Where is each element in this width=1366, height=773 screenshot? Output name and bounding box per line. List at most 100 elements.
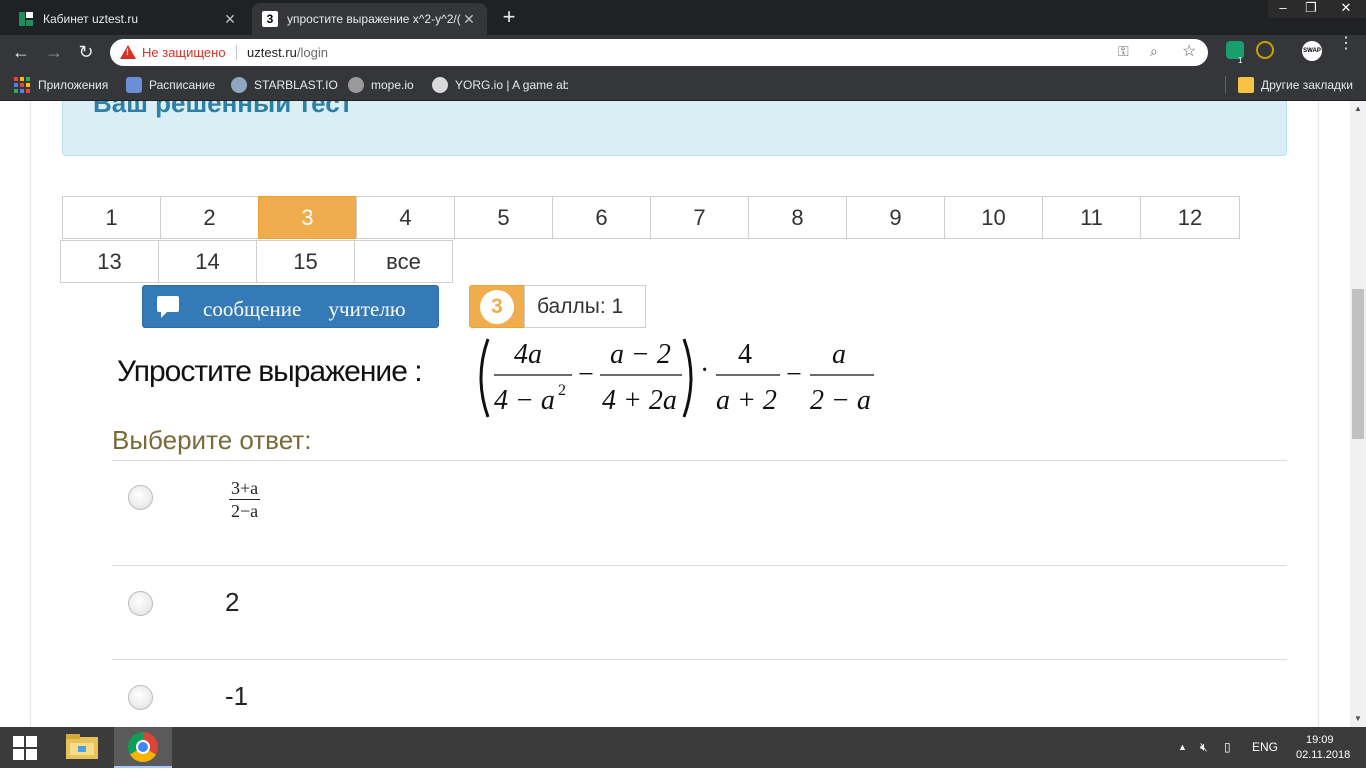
page-scrollbar[interactable]: ▲ ▼	[1350, 101, 1366, 727]
tab-close-icon[interactable]: ✕	[222, 11, 238, 28]
tab-uztest-cabinet[interactable]: Кабинет uztest.ru ✕	[8, 3, 248, 35]
yorg-icon	[432, 77, 448, 93]
bookmark-yorg[interactable]: YORG.io | A game ab	[432, 77, 568, 93]
language-indicator[interactable]: ENG	[1252, 740, 1278, 754]
close-window-button[interactable]: ✕	[1326, 0, 1366, 18]
answer-radio-2[interactable]	[128, 591, 153, 616]
warning-triangle-icon	[120, 45, 136, 59]
extension-badge: 1	[1238, 56, 1243, 65]
question-link-2[interactable]: 2	[160, 196, 259, 239]
address-bar[interactable]: Не защищено uztest.ru/login ⚿ ⌕ ☆	[110, 39, 1208, 66]
info-title: Ваш решенный тест	[93, 101, 353, 118]
question-link-10[interactable]: 10	[944, 196, 1043, 239]
bookmark-starblast[interactable]: STARBLAST.IO	[231, 77, 338, 93]
fraction-2-numerator: a − 2	[610, 339, 671, 370]
bookmark-other[interactable]: Другие закладки	[1238, 77, 1353, 93]
bookmark-mope[interactable]: mope.io	[348, 77, 414, 93]
answer-radio-1[interactable]	[128, 485, 153, 510]
multiply-dot: ·	[700, 355, 709, 386]
message-teacher-button[interactable]: сообщение учителю	[142, 285, 439, 328]
question-link-15[interactable]: 15	[256, 240, 355, 283]
question-link-11[interactable]: 11	[1042, 196, 1141, 239]
fraction-1-numerator: 4a	[514, 339, 542, 370]
question-link-4[interactable]: 4	[356, 196, 455, 239]
forward-arrow-icon[interactable]: →	[42, 41, 66, 65]
info-panel: Ваш решенный тест	[62, 101, 1287, 156]
tab-strip: Кабинет uztest.ru ✕ 3 упростите выражени…	[0, 0, 1366, 35]
url-text[interactable]: uztest.ru/login	[247, 45, 328, 60]
tab-close-icon[interactable]: ✕	[461, 11, 477, 28]
answer-2-text: 2	[225, 587, 240, 617]
page-frame	[30, 101, 31, 727]
bookmark-star-icon[interactable]: ☆	[1182, 41, 1196, 61]
question-link-13[interactable]: 13	[60, 240, 159, 283]
volume-muted-icon[interactable]: 🔇︎	[1200, 740, 1208, 755]
windows-taskbar: ▲ 🔇︎ ▯ ENG 19:09 02.11.2018	[0, 727, 1366, 768]
znanija-favicon-icon: 3	[262, 11, 278, 27]
question-link-12[interactable]: 12	[1140, 196, 1240, 239]
answer-fraction-1: 3+a 2−a	[229, 477, 261, 522]
minus-sign: −	[578, 359, 594, 390]
omnibox-divider	[236, 45, 237, 60]
zoom-icon[interactable]: ⌕	[1150, 43, 1158, 60]
choose-answer-label: Выберите ответ:	[112, 425, 312, 455]
page-frame	[1318, 101, 1319, 727]
tab-title: упростите выражение x^2-y^2/(	[287, 12, 461, 26]
score-badge: 3	[480, 290, 514, 324]
right-paren	[682, 338, 693, 418]
fraction-2-denominator: 4 + 2a	[602, 385, 677, 416]
menu-kebab-icon[interactable]: ⋮	[1338, 36, 1354, 52]
minus-sign: −	[786, 359, 802, 390]
fraction-4-denominator: 2 − a	[810, 385, 871, 416]
restore-button[interactable]: ❐	[1296, 0, 1326, 18]
answer-3-text: -1	[225, 681, 249, 711]
question-link-14[interactable]: 14	[158, 240, 257, 283]
security-status[interactable]: Не защищено	[142, 45, 226, 60]
left-paren	[479, 338, 490, 418]
page-content: Ваш решенный тест 1 2 3 4 5 6 7 8 9 10 1…	[0, 101, 1350, 727]
swap-extension-icon[interactable]: SWAP	[1302, 41, 1322, 61]
minimize-button[interactable]: –	[1268, 0, 1298, 18]
answer-radio-3[interactable]	[128, 685, 153, 710]
apps-grid-icon	[14, 77, 30, 93]
divider	[112, 659, 1287, 660]
bookmarks-bar: Приложения Расписание STARBLAST.IO mope.…	[0, 70, 1366, 101]
windows-start-icon[interactable]	[0, 727, 50, 768]
scroll-up-arrow-icon[interactable]: ▲	[1350, 101, 1366, 117]
file-explorer-icon[interactable]	[58, 727, 108, 768]
question-link-3[interactable]: 3	[258, 196, 357, 239]
fraction-1-denominator: 4 − a	[494, 385, 555, 416]
new-tab-button[interactable]: +	[496, 6, 522, 30]
score-badge-container: 3	[469, 285, 525, 328]
key-icon[interactable]: ⚿	[1118, 43, 1129, 60]
bookmark-schedule[interactable]: Расписание	[126, 77, 215, 93]
tray-expand-icon[interactable]: ▲	[1178, 742, 1187, 752]
clock-date[interactable]: 02.11.2018	[1296, 749, 1350, 761]
browser-toolbar: ← → ↻ Не защищено uztest.ru/login ⚿ ⌕ ☆	[0, 35, 1366, 70]
message-teacher-label: сообщение учителю	[203, 297, 406, 321]
answer-1-denominator: 2−a	[231, 501, 259, 521]
mope-icon	[348, 77, 364, 93]
reload-icon[interactable]: ↻	[74, 41, 98, 65]
back-arrow-icon[interactable]: ←	[9, 41, 33, 65]
chrome-taskbar-button[interactable]	[114, 727, 172, 768]
comment-icon	[157, 296, 179, 318]
chrome-icon	[128, 732, 158, 762]
question-link-9[interactable]: 9	[846, 196, 945, 239]
scroll-down-arrow-icon[interactable]: ▼	[1350, 711, 1366, 727]
task-label: Упростите выражение :	[117, 355, 423, 388]
question-link-5[interactable]: 5	[454, 196, 553, 239]
clock-time[interactable]: 19:09	[1306, 734, 1334, 746]
answer-1-numerator: 3+a	[229, 478, 261, 500]
bookmark-apps[interactable]: Приложения	[14, 77, 108, 93]
question-link-1[interactable]: 1	[62, 196, 161, 239]
task-formula: 4a 4 − a 2 − a − 2 4 + 2a · 4 a + 2 − a …	[479, 338, 874, 418]
question-link-7[interactable]: 7	[650, 196, 749, 239]
tab-simplify-expression[interactable]: 3 упростите выражение x^2-y^2/( ✕	[252, 3, 487, 35]
question-link-6[interactable]: 6	[552, 196, 651, 239]
question-link-all[interactable]: все	[354, 240, 453, 283]
coin-extension-icon[interactable]	[1256, 41, 1274, 59]
question-link-8[interactable]: 8	[748, 196, 847, 239]
network-icon[interactable]: ▯	[1224, 740, 1231, 754]
scroll-thumb[interactable]	[1352, 289, 1364, 439]
